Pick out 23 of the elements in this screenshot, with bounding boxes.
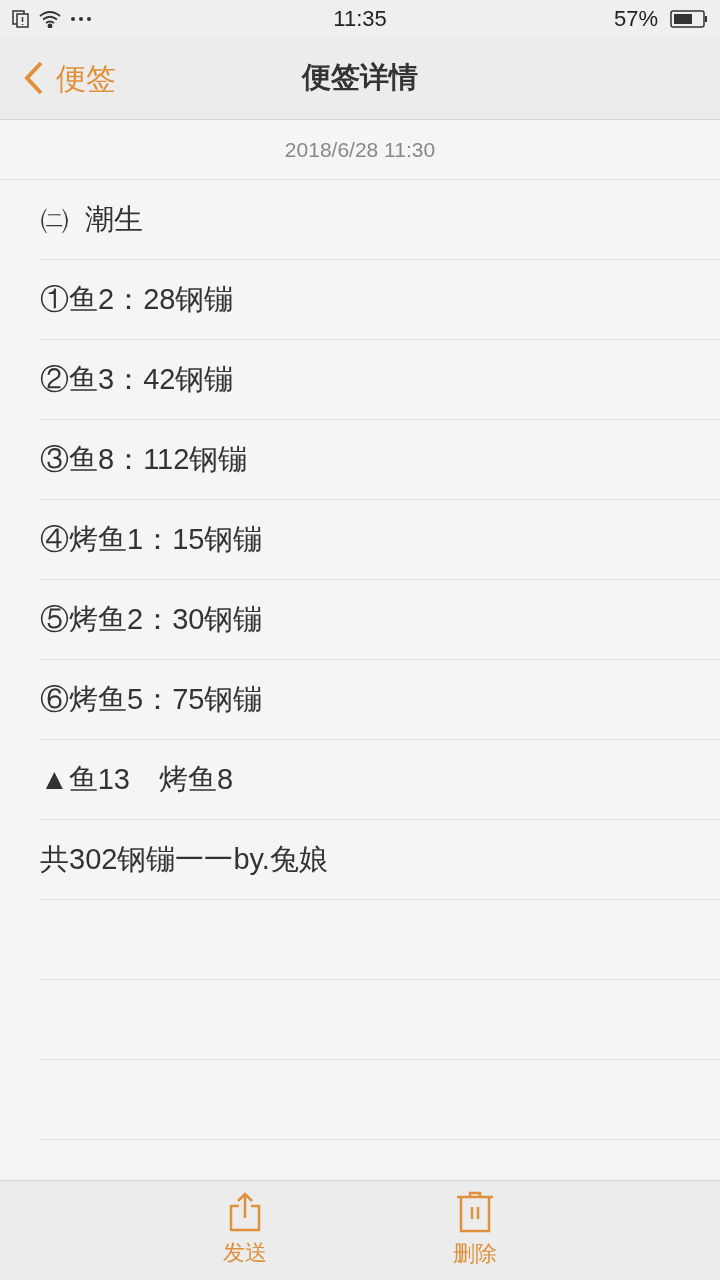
note-line: ②鱼3：42钢镚 (40, 361, 234, 397)
note-line: ④烤鱼1：15钢镚 (40, 521, 263, 557)
share-icon (227, 1192, 263, 1232)
trash-icon (455, 1191, 495, 1233)
wifi-icon (38, 9, 62, 28)
sim-alert-icon (12, 9, 30, 28)
note-line: ㈡ 潮生 (40, 201, 144, 237)
battery-icon (670, 9, 708, 28)
note-line: ▲鱼13 烤鱼8 (40, 761, 234, 797)
status-time: 11:35 (333, 5, 387, 33)
delete-button[interactable]: 删除 (453, 1181, 497, 1280)
page-title: 便签详情 (302, 60, 418, 96)
note-line: ①鱼2：28钢镚 (40, 281, 234, 317)
back-chevron-icon (24, 61, 44, 95)
battery-percent: 57% (613, 5, 658, 33)
note-line: 共302钢镚一一by.兔娘 (40, 841, 328, 877)
note-line: ③鱼8：112钢镚 (40, 441, 248, 477)
note-date: 2018/6/28 11:30 (284, 136, 436, 163)
note-line: ⑥烤鱼5：75钢镚 (40, 681, 263, 717)
more-icon (70, 15, 92, 22)
send-button[interactable]: 发送 (223, 1181, 267, 1280)
back-button[interactable]: 便签 (0, 55, 116, 101)
note-line: ⑤烤鱼2：30钢镚 (40, 601, 263, 637)
